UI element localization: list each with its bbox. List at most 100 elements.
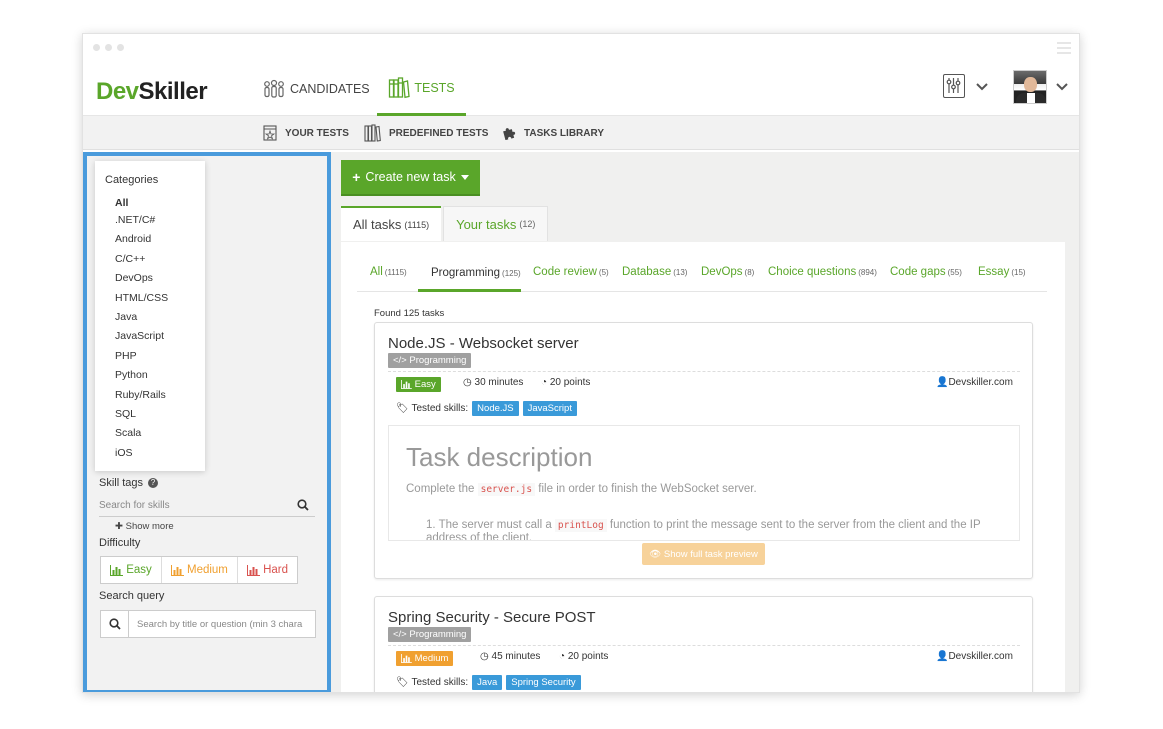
author-label: Devskiller.com [948,651,1013,662]
category-item-android[interactable]: Android [115,230,168,249]
subnav-tasks-library[interactable]: TASKS LIBRARY [502,116,604,150]
logo-dev: Dev [96,78,139,105]
duration-label: 30 minutes [474,377,524,388]
tested-skills: 🏷 Tested skills: Java Spring Security [396,675,581,690]
category-item-scala[interactable]: Scala [115,424,168,443]
category-item-sql[interactable]: SQL [115,405,168,424]
filter-essay[interactable]: Essay (15) [978,266,1026,278]
task-type-badge: </> Programming [388,353,472,368]
difficulty-badge: Medium [396,651,454,666]
filter-label: Database [622,266,672,278]
plus-icon: ✚ [115,521,123,532]
search-query-input[interactable]: Search by title or question (min 3 chara [100,610,316,638]
difficulty-hard-button[interactable]: Hard [238,557,297,583]
window-dot[interactable] [93,44,100,51]
hamburger-icon[interactable] [1057,42,1071,57]
show-more-link[interactable]: ✚ Show more [115,521,174,532]
code-icon: </> [393,629,410,640]
subnav-your-tests[interactable]: YOUR TESTS [263,116,349,150]
tags-icon: 🏷 [396,677,412,688]
show-full-preview-button[interactable]: 👁 Show full task preview [642,543,765,565]
category-item-php[interactable]: PHP [115,347,168,366]
books-icon [389,76,411,98]
category-item-devops[interactable]: DevOps [115,269,168,288]
task-tabs: All tasks (1115) Your tasks (12) [341,206,549,241]
filter-database[interactable]: Database (13) [622,266,687,278]
category-item-java[interactable]: Java [115,308,168,327]
categories-list: All .NET/C# Android C/C++ DevOps HTML/CS… [115,196,168,463]
filter-count: (8) [744,268,755,277]
task-description-title: Task description [406,442,593,472]
categories-title: Categories [105,174,159,186]
skill-search-input[interactable]: Search for skills [99,497,315,517]
task-card[interactable]: Node.JS - Websocket server </> Programmi… [374,322,1033,579]
task-type-label: Programming [409,355,467,366]
category-item-javascript[interactable]: JavaScript [115,327,168,346]
filter-programming[interactable]: Programming (125) [431,267,521,279]
nav-candidates[interactable]: CANDIDATES [262,62,370,116]
window-controls [93,44,124,51]
filter-code-review[interactable]: Code review (5) [533,266,609,278]
category-item-ruby[interactable]: Ruby/Rails [115,386,168,405]
task-type-filters: All (1115) Programming (125) Code review (5… [357,252,1047,292]
bar-chart-icon [401,654,412,663]
settings-sliders-icon[interactable] [943,74,965,98]
window-dot[interactable] [105,44,112,51]
category-item-python[interactable]: Python [115,366,168,385]
task-author: 👤Devskiller.com [936,377,1013,388]
filter-label: Code review [533,266,597,278]
user-avatar[interactable] [1013,70,1047,104]
window-dot[interactable] [117,44,124,51]
filter-count: (13) [673,268,688,277]
tab-all-tasks[interactable]: All tasks (1115) [341,206,442,241]
user-icon: 👤 [936,377,949,388]
filter-devops[interactable]: DevOps (8) [701,266,754,278]
difficulty-label: Easy [414,379,436,390]
search-icon[interactable] [101,611,129,637]
skill-tag[interactable]: Spring Security [506,675,581,690]
difficulty-medium-button[interactable]: Medium [162,557,238,583]
nav-tests[interactable]: TESTS [377,62,466,116]
category-item-htmlcss[interactable]: HTML/CSS [115,289,168,308]
category-item-all[interactable]: All [115,196,168,211]
window-titlebar [83,34,1079,62]
filter-code-gaps[interactable]: Code gaps (55) [890,266,962,278]
chevron-down-icon[interactable] [1056,83,1068,91]
chevron-down-icon[interactable] [976,83,988,91]
create-new-task-button[interactable]: + Create new task [341,160,480,196]
filter-all[interactable]: All (1115) [370,266,407,278]
divider [388,371,1020,372]
subnav-tasks-library-label: TASKS LIBRARY [524,127,604,139]
skill-tag[interactable]: Node.JS [472,401,519,416]
eye-icon: 👁 [649,548,664,560]
task-description-preview: Task description Complete the server.js … [388,425,1020,541]
skill-tag[interactable]: JavaScript [522,401,577,416]
subnav-predefined-tests[interactable]: PREDEFINED TESTS [364,116,488,150]
category-item-cpp[interactable]: C/C++ [115,250,168,269]
task-title[interactable]: Node.JS - Websocket server [388,335,579,352]
bar-chart-icon [401,380,412,389]
task-card[interactable]: Spring Security - Secure POST </> Progra… [374,596,1033,692]
skill-search-placeholder: Search for skills [99,500,170,511]
clock-icon: ◷ [480,651,489,662]
category-item-ios[interactable]: iOS [115,444,168,463]
task-type-badge: </> Programming [388,627,472,642]
devskiller-logo[interactable]: DevSkiller [96,78,208,106]
tested-skills: 🏷 Tested skills: Node.JS JavaScript [396,401,577,416]
skill-tag[interactable]: Java [472,675,503,690]
filter-label: Code gaps [890,266,946,278]
difficulty-easy-button[interactable]: Easy [101,557,162,583]
task-title[interactable]: Spring Security - Secure POST [388,609,596,626]
subnav-your-tests-label: YOUR TESTS [285,127,349,139]
tab-your-tasks[interactable]: Your tasks (12) [443,206,549,241]
question-icon[interactable]: ? [148,478,159,488]
medium-label: Medium [186,564,228,576]
filter-count: (894) [858,268,877,277]
filter-choice-questions[interactable]: Choice questions (894) [768,266,877,278]
task-duration: ◷ 30 minutes [463,377,523,388]
active-filter-indicator [418,289,521,292]
category-item-dotnet[interactable]: .NET/C# [115,211,168,230]
tested-skills-label: Tested skills: [411,677,469,688]
gauge-icon: ◔ [541,377,548,388]
search-icon[interactable] [297,499,309,511]
